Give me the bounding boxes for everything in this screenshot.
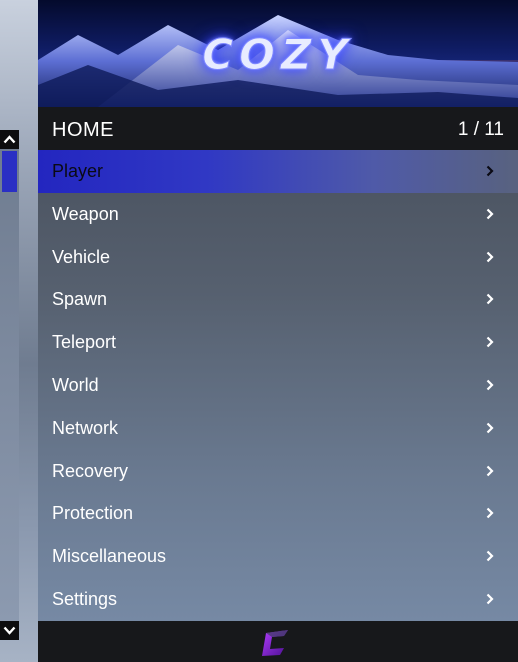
menu-item-spawn[interactable]: Spawn [38,278,518,321]
scroll-up-button[interactable] [0,130,19,149]
chevron-right-icon [486,379,494,391]
chevron-right-icon [486,165,494,177]
menu-item-network[interactable]: Network [38,407,518,450]
chevron-right-icon [486,208,494,220]
menu-item-list: Player Weapon Vehicle Spawn Teleport Wor… [38,150,518,621]
menu-item-teleport[interactable]: Teleport [38,321,518,364]
menu-panel: COZY HOME 1 / 11 Player Weapon Vehicle S… [38,0,518,662]
chevron-right-icon [486,422,494,434]
menu-item-label: Network [52,417,119,438]
chevron-right-icon [486,294,494,305]
menu-footer [38,621,518,662]
menu-item-miscellaneous[interactable]: Miscellaneous [38,535,518,578]
menu-item-weapon[interactable]: Weapon [38,193,518,236]
menu-item-label: Protection [52,503,134,524]
menu-item-label: Recovery [52,460,129,481]
chevron-down-icon [3,626,16,635]
menu-banner: COZY [38,0,518,107]
menu-item-label: Player [52,161,104,181]
menu-item-label: Vehicle [52,246,111,267]
menu-item-vehicle[interactable]: Vehicle [38,236,518,279]
menu-item-label: Weapon [52,203,119,224]
menu-item-label: Spawn [52,289,108,310]
cozy-logo-icon [262,630,288,656]
menu-item-player[interactable]: Player [38,150,518,193]
banner-logo-text: COZY [202,30,354,80]
menu-item-label: Settings [52,588,118,609]
menu-item-label: Teleport [52,332,117,353]
menu-item-label: World [52,374,99,395]
menu-item-recovery[interactable]: Recovery [38,450,518,493]
chevron-right-icon [486,336,494,348]
scroll-down-button[interactable] [0,621,19,640]
chevron-right-icon [486,508,494,519]
scrollbar-thumb[interactable] [2,151,17,192]
chevron-right-icon [486,593,494,605]
menu-item-world[interactable]: World [38,364,518,407]
chevron-up-icon [3,135,16,144]
item-counter: 1 / 11 [457,119,504,140]
scrollbar-track[interactable] [0,130,19,640]
menu-title: HOME [52,119,114,141]
chevron-right-icon [486,251,494,262]
menu-item-label: Miscellaneous [52,546,167,567]
menu-item-settings[interactable]: Settings [38,578,518,621]
menu-subheader: HOME 1 / 11 [38,107,518,150]
menu-item-protection[interactable]: Protection [38,492,518,535]
chevron-right-icon [486,550,494,562]
chevron-right-icon [486,465,494,476]
